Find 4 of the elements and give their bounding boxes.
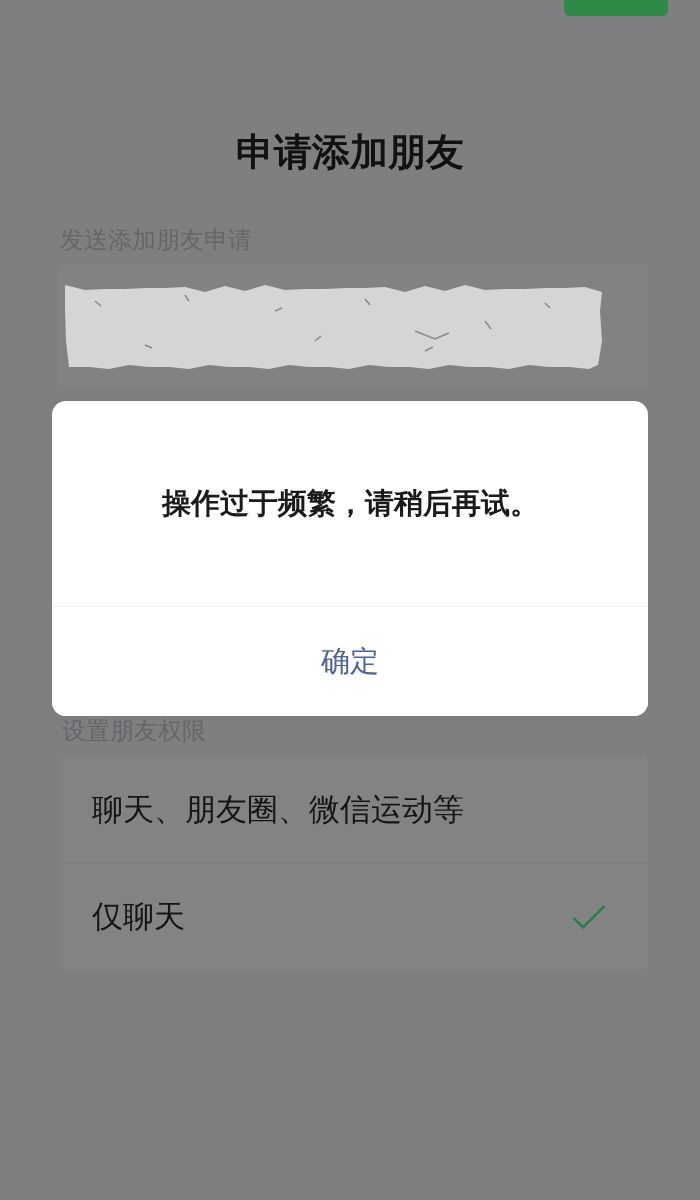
permission-option[interactable]: 聊天、朋友圈、微信运动等 (60, 756, 648, 863)
page-title: 申请添加朋友 (235, 129, 465, 175)
permission-option[interactable]: 仅聊天 (60, 863, 648, 970)
dialog-message: 操作过于频繁，请稍后再试。 (161, 484, 539, 522)
